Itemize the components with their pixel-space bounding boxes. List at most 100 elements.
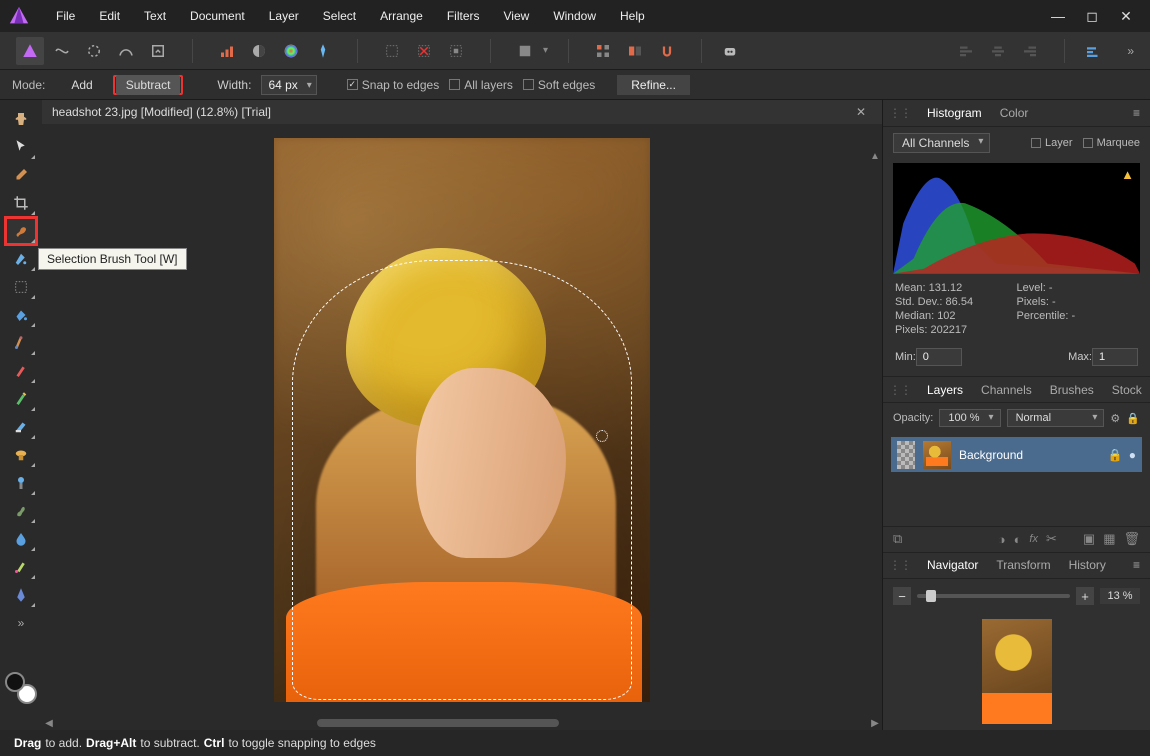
- menu-edit[interactable]: Edit: [87, 0, 132, 32]
- mask-icon[interactable]: ◑: [998, 532, 1006, 547]
- tab-brushes[interactable]: Brushes: [1042, 379, 1102, 401]
- blend-mode-dropdown[interactable]: Normal: [1007, 409, 1105, 427]
- marquee-tool[interactable]: [6, 274, 36, 300]
- align-right-icon[interactable]: [1016, 37, 1044, 65]
- all-layers-checkbox[interactable]: All layers: [449, 78, 513, 92]
- primary-color-swatch[interactable]: [5, 672, 25, 692]
- flood-fill-tool[interactable]: [6, 302, 36, 328]
- add-pixel-layer-icon[interactable]: ▦: [1103, 531, 1115, 547]
- layer-visible-icon[interactable]: ●: [1129, 448, 1136, 462]
- clone-brush-tool[interactable]: [6, 442, 36, 468]
- gear-icon[interactable]: ⚙: [1110, 412, 1120, 425]
- navigator-preview[interactable]: [883, 613, 1150, 730]
- zoom-slider[interactable]: [917, 594, 1070, 598]
- adjustment-bw-icon[interactable]: [245, 37, 273, 65]
- move-tool[interactable]: [6, 134, 36, 160]
- panel-grip-icon[interactable]: ⋮⋮: [889, 383, 911, 397]
- crop-layer-icon[interactable]: ✂: [1046, 531, 1057, 547]
- tools-overflow-icon[interactable]: »: [18, 616, 25, 630]
- toolbar-overflow-icon[interactable]: »: [1121, 44, 1140, 58]
- blur-brush-tool[interactable]: [6, 526, 36, 552]
- color-swatches[interactable]: [5, 672, 37, 704]
- tab-transform[interactable]: Transform: [988, 554, 1058, 576]
- adjustment-icon[interactable]: ◐: [1014, 532, 1022, 547]
- selection-new-icon[interactable]: [378, 37, 406, 65]
- menu-file[interactable]: File: [44, 0, 87, 32]
- tab-stock[interactable]: Stock: [1104, 379, 1150, 401]
- pixel-tool[interactable]: [6, 386, 36, 412]
- max-input[interactable]: 1: [1092, 348, 1138, 366]
- split-view-icon[interactable]: [621, 37, 649, 65]
- add-layer-icon[interactable]: ▣: [1083, 531, 1095, 547]
- arrange-icon[interactable]: [1079, 37, 1107, 65]
- mode-add-button[interactable]: Add: [61, 75, 102, 95]
- mode-subtract-button[interactable]: Subtract: [116, 75, 181, 95]
- panel-menu-icon[interactable]: ≡: [1129, 558, 1144, 572]
- zoom-in-button[interactable]: +: [1076, 587, 1094, 605]
- menu-view[interactable]: View: [492, 0, 542, 32]
- smudge-brush-tool[interactable]: [6, 498, 36, 524]
- quickmask-icon[interactable]: [511, 37, 539, 65]
- canvas[interactable]: ▲: [42, 124, 882, 716]
- panel-grip-icon[interactable]: ⋮⋮: [889, 558, 911, 572]
- zoom-percent[interactable]: 13 %: [1100, 588, 1140, 604]
- align-center-icon[interactable]: [984, 37, 1012, 65]
- erase-brush-tool[interactable]: [6, 414, 36, 440]
- paint-brush-tool[interactable]: [6, 358, 36, 384]
- photo-persona-icon[interactable]: [16, 37, 44, 65]
- adjustment-hsl-icon[interactable]: [277, 37, 305, 65]
- min-input[interactable]: 0: [916, 348, 962, 366]
- tab-navigator[interactable]: Navigator: [919, 554, 986, 576]
- chevron-down-icon[interactable]: ▾: [543, 45, 548, 56]
- snap-to-edges-checkbox[interactable]: ✓Snap to edges: [347, 78, 439, 92]
- channels-dropdown[interactable]: All Channels: [893, 133, 990, 153]
- crop-tool[interactable]: [6, 190, 36, 216]
- window-maximize-icon[interactable]: ◻: [1084, 8, 1100, 25]
- develop-persona-icon[interactable]: [80, 37, 108, 65]
- dodge-tool[interactable]: [6, 470, 36, 496]
- selection-brush-tool[interactable]: [6, 218, 36, 244]
- refine-button[interactable]: Refine...: [617, 75, 690, 95]
- color-picker-tool[interactable]: [6, 162, 36, 188]
- menu-arrange[interactable]: Arrange: [368, 0, 435, 32]
- menu-help[interactable]: Help: [608, 0, 657, 32]
- tab-layers[interactable]: Layers: [919, 379, 971, 401]
- tonemap-persona-icon[interactable]: [112, 37, 140, 65]
- tab-channels[interactable]: Channels: [973, 379, 1040, 401]
- fx-icon[interactable]: fx: [1029, 533, 1038, 545]
- grid-icon[interactable]: [589, 37, 617, 65]
- document-tab[interactable]: headshot 23.jpg [Modified] (12.8%) [Tria…: [42, 100, 882, 124]
- panel-menu-icon[interactable]: ≡: [1129, 106, 1144, 120]
- window-close-icon[interactable]: ✕: [1118, 8, 1134, 25]
- menu-filters[interactable]: Filters: [435, 0, 492, 32]
- selection-deselect-icon[interactable]: [410, 37, 438, 65]
- layer-row-background[interactable]: Background 🔒 ●: [891, 437, 1142, 472]
- tab-history[interactable]: History: [1061, 554, 1114, 576]
- layer-lock-icon[interactable]: 🔒: [1108, 448, 1123, 462]
- panel-grip-icon[interactable]: ⋮⋮: [889, 106, 911, 120]
- width-dropdown[interactable]: 64 px: [261, 75, 316, 95]
- selection-invert-icon[interactable]: [442, 37, 470, 65]
- menu-document[interactable]: Document: [178, 0, 257, 32]
- adjustment-curves-icon[interactable]: [309, 37, 337, 65]
- opacity-dropdown[interactable]: 100 %: [939, 409, 1000, 427]
- menu-window[interactable]: Window: [541, 0, 608, 32]
- export-persona-icon[interactable]: [144, 37, 172, 65]
- window-minimize-icon[interactable]: —: [1050, 8, 1066, 25]
- menu-select[interactable]: Select: [311, 0, 368, 32]
- pen-tool[interactable]: [6, 582, 36, 608]
- delete-layer-icon[interactable]: 🗑: [1123, 531, 1140, 547]
- marquee-checkbox[interactable]: Marquee: [1083, 137, 1140, 149]
- retouch-tool[interactable]: [6, 554, 36, 580]
- layer-group-icon[interactable]: ⧉: [893, 531, 902, 547]
- vertical-scrollbar[interactable]: ▲: [868, 150, 882, 702]
- tab-histogram[interactable]: Histogram: [919, 102, 990, 124]
- flood-select-tool[interactable]: [6, 246, 36, 272]
- liquify-persona-icon[interactable]: [48, 37, 76, 65]
- zoom-out-button[interactable]: −: [893, 587, 911, 605]
- tab-color[interactable]: Color: [992, 102, 1037, 124]
- snapping-icon[interactable]: [653, 37, 681, 65]
- layer-checkbox[interactable]: Layer: [1031, 137, 1073, 149]
- menu-text[interactable]: Text: [132, 0, 178, 32]
- adjustment-levels-icon[interactable]: [213, 37, 241, 65]
